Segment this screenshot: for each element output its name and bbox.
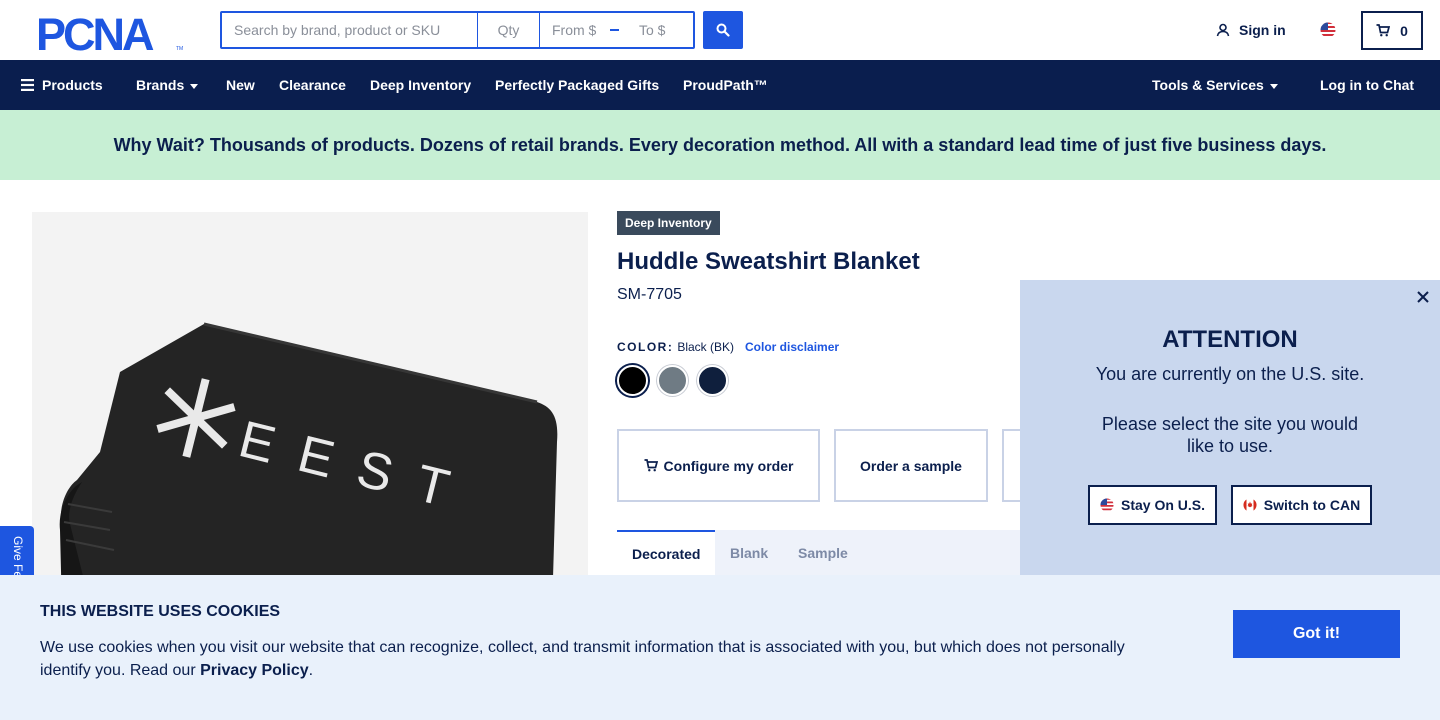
color-selector-label: COLOR: Black (BK) Color disclaimer xyxy=(617,340,839,354)
nav-gifts-label: Perfectly Packaged Gifts xyxy=(495,77,660,93)
product-title: Huddle Sweatshirt Blanket xyxy=(617,248,920,275)
color-value: Black (BK) xyxy=(677,340,735,354)
nav-clearance-label: Clearance xyxy=(279,77,346,93)
svg-text:PCNA: PCNA xyxy=(36,12,154,52)
nav-clearance[interactable]: Clearance xyxy=(279,60,346,110)
order-sample-button[interactable]: Order a sample xyxy=(834,429,988,502)
deep-inventory-badge: Deep Inventory xyxy=(617,211,720,235)
color-disclaimer-link[interactable]: Color disclaimer xyxy=(745,340,839,354)
sign-in-link[interactable]: Sign in xyxy=(1216,22,1286,38)
search-bar xyxy=(220,11,695,49)
nav-chat-login[interactable]: Log in to Chat xyxy=(1320,60,1414,110)
price-range xyxy=(540,13,693,47)
tab-sample-label: Sample xyxy=(798,544,848,561)
cart-count: 0 xyxy=(1400,22,1408,39)
site-selector-popup: ATTENTION You are currently on the U.S. … xyxy=(1020,280,1440,575)
cart-icon xyxy=(1376,24,1391,37)
nav-tools-services[interactable]: Tools & Services xyxy=(1152,60,1278,110)
nav-brands[interactable]: Brands xyxy=(136,60,199,110)
attention-title: ATTENTION xyxy=(1162,326,1298,353)
range-dash xyxy=(610,29,619,31)
sign-in-label: Sign in xyxy=(1239,22,1286,38)
search-button[interactable] xyxy=(703,11,743,49)
cookie-accept-button[interactable]: Got it! xyxy=(1233,610,1400,658)
nav-proudpath-label: ProudPath™ xyxy=(683,77,768,93)
nav-chat-label: Log in to Chat xyxy=(1320,77,1415,93)
promo-banner-text: Why Wait? Thousands of products. Dozens … xyxy=(113,134,1327,155)
chevron-down-icon xyxy=(190,83,199,89)
cart-button[interactable]: 0 xyxy=(1361,11,1423,50)
order-type-tabs: Decorated Blank Sample xyxy=(617,530,1020,575)
main-nav: Products Brands New Clearance Deep Inven… xyxy=(0,60,1440,110)
color-swatches xyxy=(617,365,728,396)
blanket-illustration: EEST xyxy=(59,322,558,612)
configure-order-button[interactable]: Configure my order xyxy=(617,429,820,502)
user-icon xyxy=(1216,23,1230,37)
privacy-policy-link[interactable]: Privacy Policy xyxy=(200,662,309,679)
canada-flag-icon xyxy=(1243,498,1257,512)
swatch-navy[interactable] xyxy=(697,365,728,396)
nav-deep-inventory[interactable]: Deep Inventory xyxy=(370,60,471,110)
nav-gifts[interactable]: Perfectly Packaged Gifts xyxy=(495,60,659,110)
tab-sample[interactable]: Sample xyxy=(798,530,848,575)
stay-us-button[interactable]: Stay On U.S. xyxy=(1088,485,1217,525)
product-image[interactable]: EEST xyxy=(32,212,588,612)
close-icon[interactable] xyxy=(1416,290,1430,304)
swatch-black[interactable] xyxy=(617,365,648,396)
nav-proudpath[interactable]: ProudPath™ xyxy=(683,60,768,110)
nav-brands-label: Brands xyxy=(136,77,185,93)
price-to-input[interactable] xyxy=(627,13,693,47)
search-input[interactable] xyxy=(222,13,478,47)
nav-tools-label: Tools & Services xyxy=(1152,77,1264,93)
nav-products-label: Products xyxy=(42,77,103,93)
cookie-accept-label: Got it! xyxy=(1292,625,1341,642)
cart-icon xyxy=(644,459,658,472)
us-flag-icon[interactable] xyxy=(1320,22,1336,38)
promo-banner: Why Wait? Thousands of products. Dozens … xyxy=(0,110,1440,180)
nav-deep-inventory-label: Deep Inventory xyxy=(370,77,472,93)
cookie-text-end: . xyxy=(308,662,314,679)
product-sku: SM-7705 xyxy=(617,286,682,303)
tab-blank[interactable]: Blank xyxy=(730,530,768,575)
svg-text:TM: TM xyxy=(176,46,183,52)
tab-decorated-label: Decorated xyxy=(632,545,701,562)
chevron-down-icon xyxy=(1269,83,1278,89)
tab-decorated[interactable]: Decorated xyxy=(617,530,715,575)
qty-input[interactable] xyxy=(478,13,540,47)
attention-instruction: Please select the site you would like to… xyxy=(1101,414,1359,456)
cookie-title: THIS WEBSITE USES COOKIES xyxy=(40,603,281,620)
nav-products[interactable]: Products xyxy=(21,60,103,110)
badge-label: Deep Inventory xyxy=(625,216,712,230)
us-flag-icon xyxy=(1100,498,1114,512)
pcna-logo[interactable]: PCNA TM xyxy=(36,12,184,52)
order-sample-label: Order a sample xyxy=(860,457,962,474)
price-from-input[interactable] xyxy=(540,13,606,47)
attention-current-site: You are currently on the U.S. site. xyxy=(1095,364,1365,384)
cookie-text: We use cookies when you visit our websit… xyxy=(40,636,1150,682)
switch-can-label: Switch to CAN xyxy=(1263,497,1361,513)
color-label: COLOR: xyxy=(617,340,674,354)
configure-order-label: Configure my order xyxy=(663,457,794,474)
site-header: PCNA TM Sign in xyxy=(0,0,1440,60)
swatch-gray[interactable] xyxy=(657,365,688,396)
hamburger-icon xyxy=(21,79,34,91)
nav-new-label: New xyxy=(226,77,255,93)
stay-us-label: Stay On U.S. xyxy=(1120,497,1206,513)
tab-blank-label: Blank xyxy=(730,544,769,561)
cookie-banner: THIS WEBSITE USES COOKIES We use cookies… xyxy=(0,575,1440,720)
switch-can-button[interactable]: Switch to CAN xyxy=(1231,485,1372,525)
search-icon xyxy=(716,23,730,37)
nav-new[interactable]: New xyxy=(226,60,255,110)
